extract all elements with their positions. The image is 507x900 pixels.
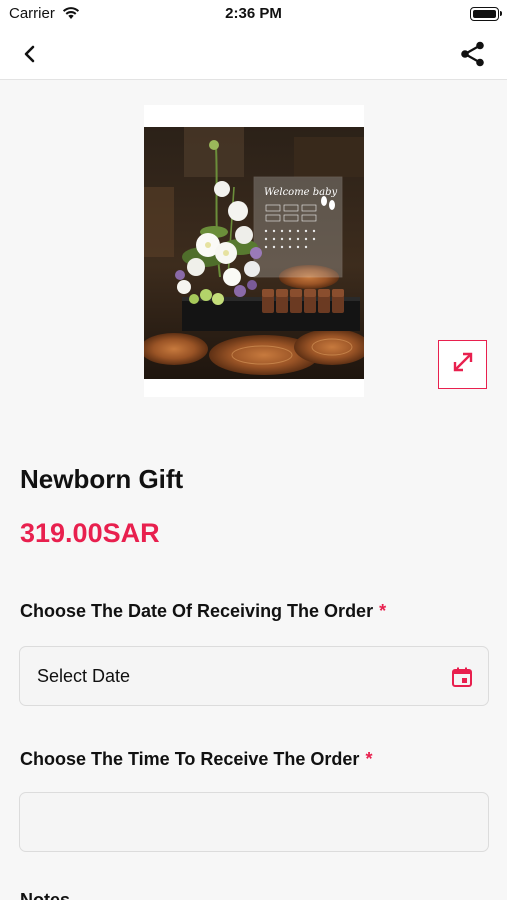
calendar-icon[interactable] <box>450 665 474 689</box>
time-picker-field[interactable] <box>19 792 489 852</box>
share-icon[interactable] <box>459 40 487 68</box>
required-mark: * <box>365 749 373 769</box>
time-field-label: Choose The Time To Receive The Order * <box>20 749 372 770</box>
expand-icon <box>450 349 476 380</box>
time-label-text: Choose The Time To Receive The Order <box>20 749 360 769</box>
date-field-label: Choose The Date Of Receiving The Order * <box>20 601 386 622</box>
nav-bar <box>0 28 507 80</box>
product-image-card: Welcome baby <box>144 105 364 397</box>
notes-label: Notes <box>20 890 71 900</box>
product-title: Newborn Gift <box>20 464 184 494</box>
sign-text: Welcome baby <box>264 187 338 198</box>
status-bar: Carrier 2:36 PM <box>0 0 507 28</box>
battery-icon <box>470 7 502 21</box>
product-image[interactable]: Welcome baby <box>144 127 364 379</box>
date-picker-field[interactable]: Select Date <box>19 646 489 706</box>
product-price: 319.00SAR <box>20 518 160 548</box>
expand-image-button[interactable] <box>438 340 487 389</box>
chevron-left-icon[interactable] <box>16 40 44 68</box>
date-label-text: Choose The Date Of Receiving The Order <box>20 601 374 621</box>
clock: 2:36 PM <box>225 5 282 22</box>
date-field-value: Select Date <box>37 666 131 686</box>
required-mark: * <box>379 601 387 621</box>
